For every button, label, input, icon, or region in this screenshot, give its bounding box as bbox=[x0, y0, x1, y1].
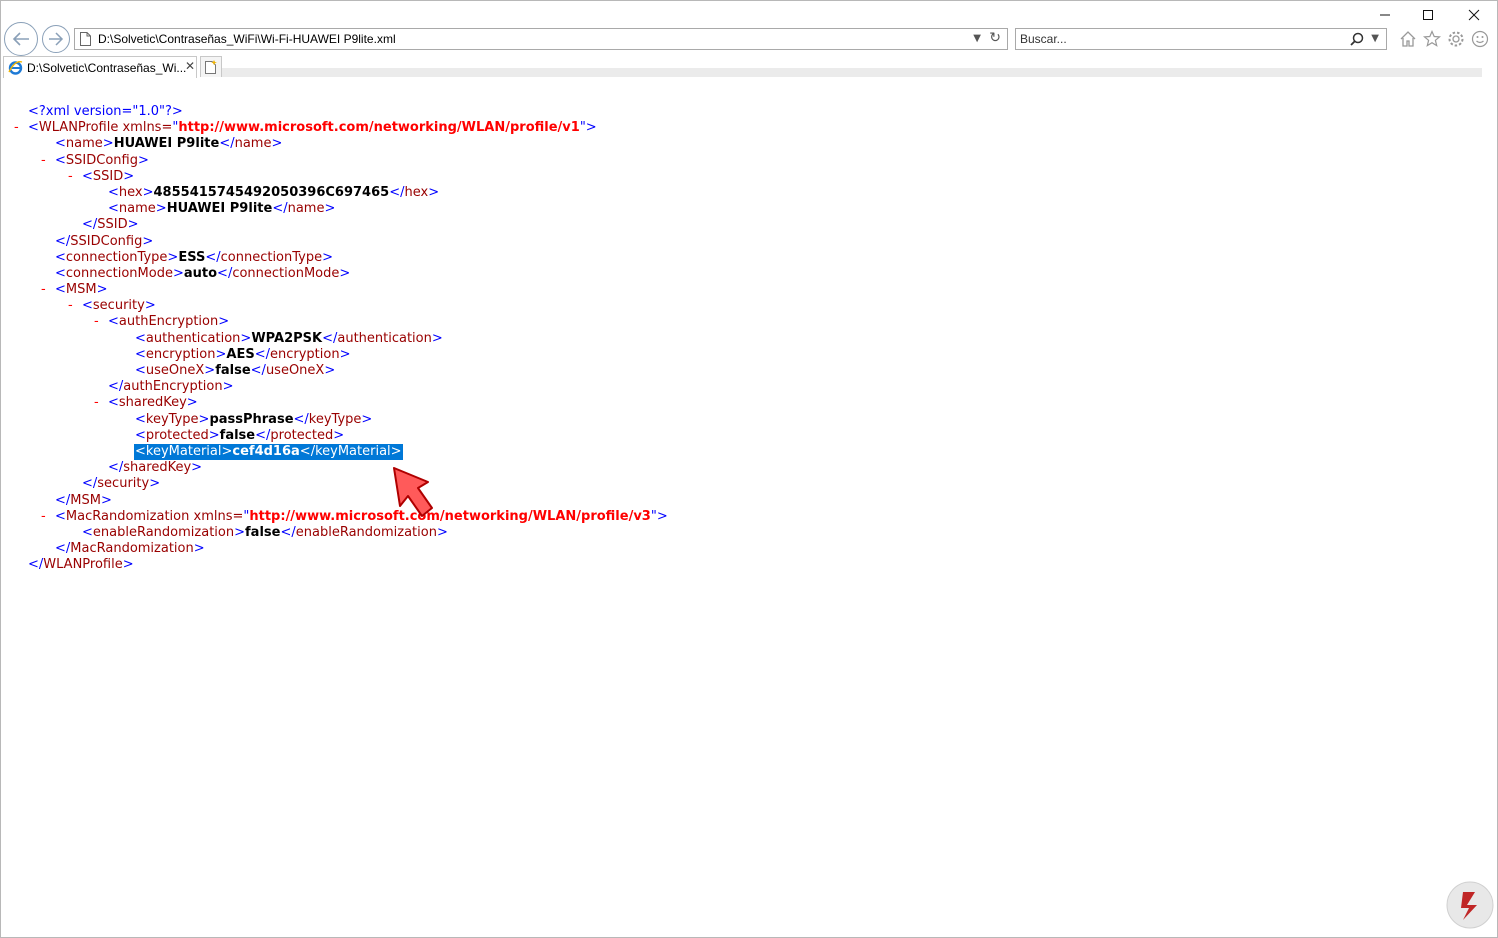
collapse-toggle[interactable]: - bbox=[14, 120, 19, 136]
search-icon[interactable] bbox=[1350, 32, 1364, 46]
close-icon[interactable] bbox=[1461, 4, 1487, 26]
collapse-toggle[interactable]: - bbox=[94, 314, 99, 330]
search-input[interactable] bbox=[1020, 31, 1340, 47]
refresh-icon[interactable]: ↻ bbox=[989, 30, 1001, 46]
home-icon[interactable] bbox=[1398, 29, 1418, 49]
red-pointer-arrow-icon bbox=[393, 467, 433, 517]
address-url[interactable]: D:\Solvetic\Contraseñas_WiFi\Wi-Fi-HUAWE… bbox=[98, 32, 396, 46]
solvetic-logo-icon bbox=[1446, 881, 1494, 929]
tab-active[interactable]: D:\Solvetic\Contraseñas_Wi... ✕ bbox=[3, 56, 197, 78]
wifi-password: cef4d16a bbox=[232, 443, 300, 459]
settings-gear-icon[interactable] bbox=[1446, 29, 1466, 49]
search-box[interactable]: ▼ bbox=[1015, 28, 1387, 50]
address-dropdown-icon[interactable]: ▼ bbox=[973, 33, 981, 44]
favorites-star-icon[interactable] bbox=[1422, 29, 1442, 49]
namespace-url: http://www.microsoft.com/networking/WLAN… bbox=[249, 508, 651, 524]
new-tab-icon bbox=[205, 60, 217, 74]
selected-keymaterial[interactable]: <keyMaterial>cef4d16a</keyMaterial> bbox=[134, 443, 403, 461]
minimize-icon[interactable] bbox=[1372, 4, 1398, 26]
search-dropdown-icon[interactable]: ▼ bbox=[1371, 33, 1379, 44]
ie-icon bbox=[8, 61, 23, 75]
tab-strip bbox=[222, 68, 1482, 77]
tab-title: D:\Solvetic\Contraseñas_Wi... bbox=[27, 61, 187, 75]
page-icon bbox=[80, 32, 91, 46]
maximize-icon[interactable] bbox=[1415, 4, 1441, 26]
xml-declaration: <?xml version="1.0"?> bbox=[28, 104, 183, 119]
smiley-feedback-icon[interactable] bbox=[1470, 29, 1490, 49]
forward-arrow-icon bbox=[49, 32, 64, 46]
collapse-toggle[interactable]: - bbox=[41, 282, 46, 298]
new-tab-button[interactable] bbox=[200, 56, 222, 77]
tab-close-icon[interactable]: ✕ bbox=[185, 59, 195, 73]
collapse-toggle[interactable]: - bbox=[94, 395, 99, 411]
collapse-toggle[interactable]: - bbox=[41, 153, 46, 169]
forward-button[interactable] bbox=[42, 25, 70, 53]
namespace-url: http://www.microsoft.com/networking/WLAN… bbox=[178, 120, 580, 136]
address-bar[interactable]: D:\Solvetic\Contraseñas_WiFi\Wi-Fi-HUAWE… bbox=[74, 28, 1008, 50]
collapse-toggle[interactable]: - bbox=[41, 509, 46, 525]
collapse-toggle[interactable]: - bbox=[68, 298, 73, 314]
collapse-toggle[interactable]: - bbox=[68, 169, 73, 185]
back-button[interactable] bbox=[4, 22, 38, 56]
back-arrow-icon bbox=[12, 32, 29, 46]
